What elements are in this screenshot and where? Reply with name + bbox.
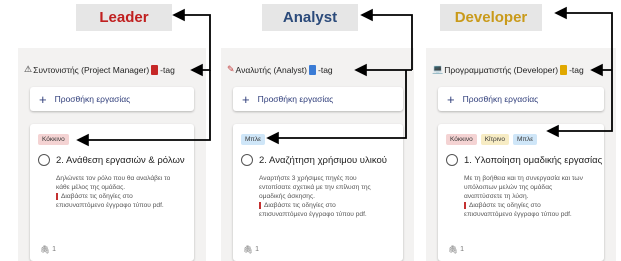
note-line: Διαβάστε τις οδηγίες στο bbox=[259, 201, 371, 210]
note-line: επισυναπτόμενο έγγραφο τύπου pdf. bbox=[259, 211, 367, 218]
bucket-title: Συντονιστής (Project Manager) bbox=[33, 64, 150, 75]
bucket-header[interactable]: 💻 Προγραμματιστής (Developer) -tag bbox=[432, 64, 584, 75]
red-bar-icon bbox=[464, 201, 466, 209]
task-description: Δηλώνετε τον ρόλο που θα αναλάβει το κάθ… bbox=[56, 174, 170, 210]
warning-icon: ⚠ bbox=[24, 64, 33, 74]
bucket-header[interactable]: ⚠ Συντονιστής (Project Manager) -tag bbox=[24, 64, 175, 75]
paperclip-icon: 🖇 bbox=[448, 245, 459, 254]
task-title-row: 2. Ανάθεση εργασιών & ρόλων bbox=[38, 154, 185, 166]
role-label-text: Developer bbox=[454, 9, 528, 26]
add-task-label: Προσθήκη εργασίας bbox=[462, 94, 539, 104]
red-bar-icon bbox=[259, 201, 261, 209]
note-text: Διαβάστε τις οδηγίες στο bbox=[264, 202, 336, 209]
plus-icon: + bbox=[39, 91, 47, 107]
bucket-title: Αναλυτής (Analyst) bbox=[235, 64, 307, 75]
task-title: 2. Ανάθεση εργασιών & ρόλων bbox=[56, 154, 185, 166]
task-description: Με τη βοήθεια και τη συνεργασία και των … bbox=[464, 174, 583, 219]
role-label-text: Analyst bbox=[282, 9, 338, 26]
blue-tag-icon bbox=[309, 64, 316, 75]
task-card[interactable]: Κόκκινο 2. Ανάθεση εργασιών & ρόλων Δηλώ… bbox=[30, 124, 194, 261]
role-label-leader: Leader bbox=[76, 4, 172, 31]
plus-icon: + bbox=[242, 91, 250, 107]
role-label-analyst: Analyst bbox=[262, 4, 358, 31]
role-label-text: Leader bbox=[99, 9, 149, 26]
yellow-tag-icon bbox=[560, 64, 568, 75]
paperclip-icon: 🖇 bbox=[243, 245, 254, 254]
attachment-count: 1 bbox=[52, 246, 57, 253]
note-line: Διαβάστε τις οδηγίες στο bbox=[56, 192, 170, 201]
task-title-row: 2. Αναζήτηση χρήσιμου υλικού bbox=[241, 154, 387, 166]
add-task-button[interactable]: + Προσθήκη εργασίας bbox=[233, 87, 403, 111]
tag-suffix: -tag bbox=[569, 64, 584, 75]
label-chip-yellow: Κίτρινο bbox=[480, 134, 510, 145]
note-text: Διαβάστε τις οδηγίες στο bbox=[61, 193, 133, 200]
add-task-label: Προσθήκη εργασίας bbox=[54, 94, 131, 104]
attachment-indicator[interactable]: 🖇 1 bbox=[448, 245, 464, 254]
note-text: Διαβάστε τις οδηγίες στο bbox=[469, 202, 541, 209]
description-line: υπόλοιπων μελών της ομάδας bbox=[464, 184, 553, 191]
add-task-label: Προσθήκη εργασίας bbox=[257, 94, 334, 104]
tag-suffix: -tag bbox=[318, 64, 333, 75]
task-card[interactable]: Μπλε 2. Αναζήτηση χρήσιμου υλικού Αναρτή… bbox=[233, 124, 403, 261]
note-line: επισυναπτόμενο έγγραφο τύπου pdf. bbox=[464, 211, 572, 218]
red-bar-icon bbox=[56, 192, 58, 200]
description-line: Αναρτήστε 3 χρήσιμες πηγές που bbox=[259, 175, 357, 182]
task-title: 1. Υλοποίηση ομαδικής εργασίας bbox=[464, 154, 603, 166]
bucket-column-developer: 💻 Προγραμματιστής (Developer) -tag + Προ… bbox=[426, 48, 616, 261]
label-chip-red: Κόκκινο bbox=[38, 134, 69, 145]
add-task-button[interactable]: + Προσθήκη εργασίας bbox=[438, 87, 604, 111]
attachment-count: 1 bbox=[255, 246, 260, 253]
task-title-row: 1. Υλοποίηση ομαδικής εργασίας bbox=[446, 154, 602, 166]
red-tag-icon bbox=[151, 64, 159, 75]
task-description: Αναρτήστε 3 χρήσιμες πηγές που εντοπίσατ… bbox=[259, 174, 371, 219]
paperclip-icon: 🖇 bbox=[40, 245, 51, 254]
task-title: 2. Αναζήτηση χρήσιμου υλικού bbox=[259, 154, 387, 166]
add-task-button[interactable]: + Προσθήκη εργασίας bbox=[30, 87, 194, 111]
bucket-title: Προγραμματιστής (Developer) bbox=[444, 64, 559, 75]
bucket-column-project-manager: ⚠ Συντονιστής (Project Manager) -tag + Π… bbox=[18, 48, 206, 261]
description-line: Δηλώνετε τον ρόλο που θα αναλάβει το bbox=[56, 175, 171, 182]
attachment-indicator[interactable]: 🖇 1 bbox=[40, 245, 56, 254]
tag-suffix: -tag bbox=[160, 64, 175, 75]
label-chip-red: Κόκκινο bbox=[446, 134, 477, 145]
task-card[interactable]: Κόκκινο Κίτρινο Μπλε 1. Υλοποίηση ομαδικ… bbox=[438, 124, 604, 261]
note-line: Διαβάστε τις οδηγίες στο bbox=[464, 201, 583, 210]
role-label-developer: Developer bbox=[440, 4, 542, 31]
complete-task-checkbox[interactable] bbox=[446, 154, 458, 166]
complete-task-checkbox[interactable] bbox=[241, 154, 253, 166]
label-chip-blue: Μπλε bbox=[513, 134, 538, 145]
attachment-count: 1 bbox=[460, 246, 465, 253]
label-chips: Μπλε bbox=[241, 134, 266, 145]
complete-task-checkbox[interactable] bbox=[38, 154, 50, 166]
label-chips: Κόκκινο bbox=[38, 134, 69, 145]
pencil-icon: ✎ bbox=[227, 64, 235, 74]
label-chip-blue: Μπλε bbox=[241, 134, 266, 145]
laptop-icon: 💻 bbox=[432, 64, 444, 74]
note-line: επισυναπτόμενο έγγραφο τύπου pdf. bbox=[56, 202, 164, 209]
description-line: ομαδικής άσκησης. bbox=[259, 193, 315, 200]
bucket-header[interactable]: ✎ Αναλυτής (Analyst) -tag bbox=[227, 64, 333, 75]
attachment-indicator[interactable]: 🖇 1 bbox=[243, 245, 259, 254]
description-line: κάθε μέλος της ομάδας. bbox=[56, 184, 126, 191]
label-chips: Κόκκινο Κίτρινο Μπλε bbox=[446, 134, 538, 145]
description-line: εντοπίσατε σχετικά με την επίλυση της bbox=[259, 184, 371, 191]
description-line: αναπτύσσετε τη λύση. bbox=[464, 193, 529, 200]
description-line: Με τη βοήθεια και τη συνεργασία και των bbox=[464, 175, 583, 182]
bucket-column-analyst: ✎ Αναλυτής (Analyst) -tag + Προσθήκη εργ… bbox=[221, 48, 414, 261]
plus-icon: + bbox=[447, 91, 455, 107]
